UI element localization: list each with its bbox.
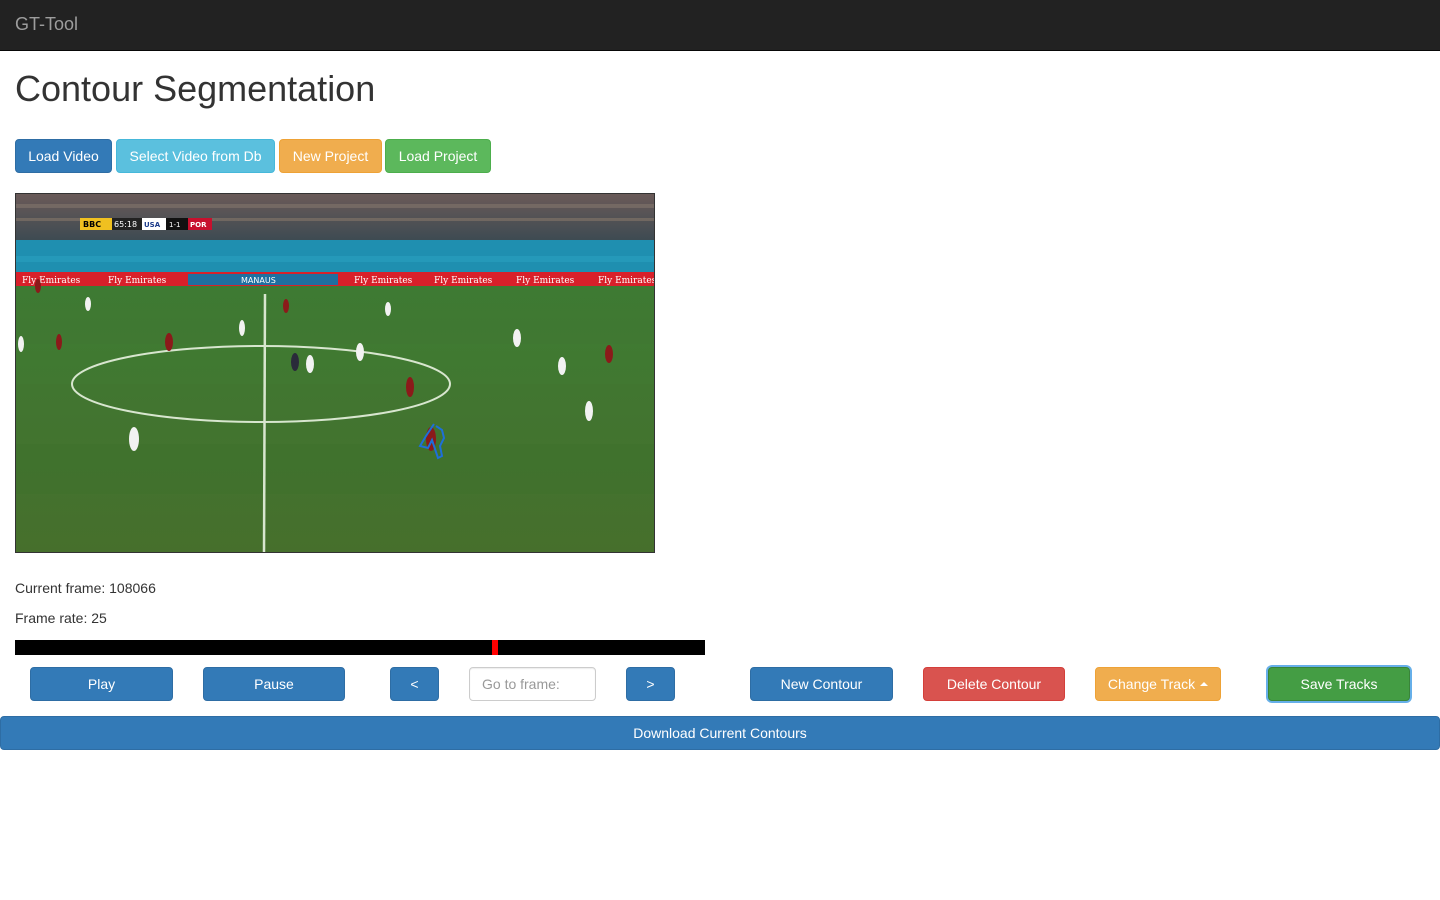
load-video-button[interactable]: Load Video bbox=[15, 139, 112, 173]
ad-text-1: Fly Emirates bbox=[22, 276, 81, 286]
change-track-label: Change Track bbox=[1107, 676, 1196, 692]
play-button[interactable]: Play bbox=[30, 667, 173, 701]
brand-link[interactable]: GT-Tool bbox=[15, 14, 78, 35]
pause-button[interactable]: Pause bbox=[203, 667, 345, 701]
halfway-line bbox=[262, 293, 267, 552]
select-video-from-db-button[interactable]: Select Video from Db bbox=[116, 139, 275, 173]
navbar: GT-Tool bbox=[0, 0, 1440, 51]
new-project-button[interactable]: New Project bbox=[279, 139, 382, 173]
svg-text:65:18: 65:18 bbox=[114, 220, 137, 229]
ad-text-2: Fly Emirates bbox=[108, 276, 167, 286]
caret-up-icon bbox=[1200, 682, 1209, 686]
save-tracks-button[interactable]: Save Tracks bbox=[1268, 667, 1410, 701]
timeline-slider[interactable] bbox=[15, 640, 705, 655]
svg-text:USA: USA bbox=[144, 221, 161, 229]
change-track-dropdown[interactable]: Change Track bbox=[1095, 667, 1221, 701]
previous-frame-button[interactable]: < bbox=[390, 667, 439, 701]
new-contour-button[interactable]: New Contour bbox=[750, 667, 893, 701]
load-project-button[interactable]: Load Project bbox=[385, 139, 491, 173]
page-title: Contour Segmentation bbox=[15, 68, 376, 109]
ad-text-6: Fly Emirates bbox=[598, 276, 655, 286]
current-frame-label: Current frame: 108066 bbox=[15, 580, 156, 596]
svg-text:BBC: BBC bbox=[83, 220, 101, 229]
ad-text-5: Fly Emirates bbox=[516, 276, 575, 286]
ad-text-4: Fly Emirates bbox=[434, 276, 493, 286]
next-frame-button[interactable]: > bbox=[626, 667, 675, 701]
frame-rate-label: Frame rate: 25 bbox=[15, 610, 107, 626]
timeline-handle[interactable] bbox=[492, 640, 498, 655]
video-frame-image[interactable]: Fly Emirates Fly Emirates MANAUS Fly Emi… bbox=[16, 194, 655, 553]
scoreboard: BBC 65:18 USA 1-1 POR bbox=[80, 218, 212, 230]
download-contours-button[interactable]: Download Current Contours bbox=[0, 716, 1440, 750]
goto-frame-input[interactable] bbox=[469, 667, 596, 701]
delete-contour-button[interactable]: Delete Contour bbox=[923, 667, 1065, 701]
video-canvas[interactable]: Fly Emirates Fly Emirates MANAUS Fly Emi… bbox=[15, 193, 655, 553]
venue-text: MANAUS bbox=[241, 276, 276, 285]
svg-text:1-1: 1-1 bbox=[169, 221, 180, 229]
svg-text:POR: POR bbox=[190, 221, 207, 229]
ad-text-3: Fly Emirates bbox=[354, 276, 413, 286]
